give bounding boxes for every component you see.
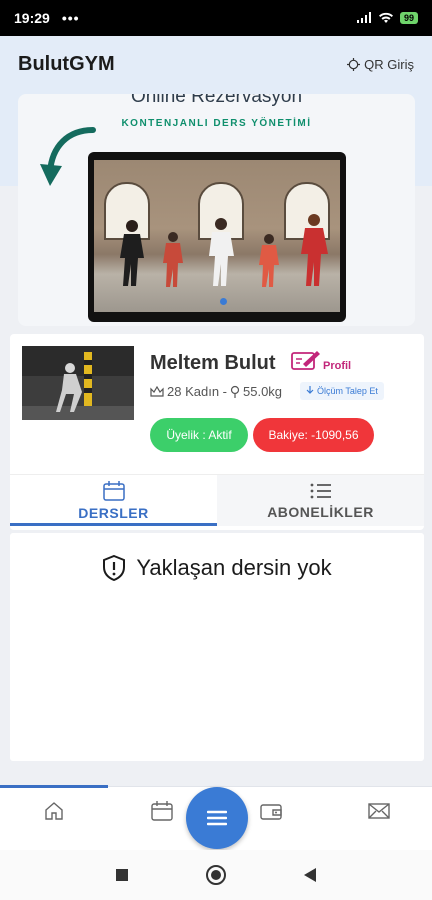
weight-pin-icon xyxy=(230,385,240,398)
measurement-request-button[interactable]: Ölçüm Talep Et xyxy=(300,382,384,400)
profile-card: Meltem Bulut Profil 28 Kadın - 55.0kg Öl… xyxy=(10,334,424,530)
user-meta: 28 Kadın - 55.0kg xyxy=(150,384,282,399)
menu-button[interactable] xyxy=(186,787,248,849)
measurement-request-label: Ölçüm Talep Et xyxy=(317,386,378,396)
nav-calendar[interactable] xyxy=(148,797,176,825)
nav-active-indicator xyxy=(0,785,108,788)
mail-icon xyxy=(368,803,390,819)
workout-photo xyxy=(94,160,340,312)
nav-messages[interactable] xyxy=(365,797,393,825)
membership-status-badge[interactable]: Üyelik : Aktif xyxy=(150,418,248,452)
download-icon xyxy=(306,386,314,394)
back-icon[interactable] xyxy=(303,867,317,883)
nav-wallet[interactable] xyxy=(257,797,285,825)
status-icons: 99 xyxy=(356,12,418,24)
tab-active-indicator xyxy=(10,523,217,526)
crown-icon xyxy=(150,385,164,397)
age-gender: 28 Kadın - xyxy=(167,384,227,399)
shield-alert-icon xyxy=(103,555,126,581)
tab-abonelikler-label: ABONELİKLER xyxy=(267,503,374,520)
avatar-photo xyxy=(22,346,134,420)
empty-state-message: Yaklaşan dersin yok xyxy=(136,555,332,580)
menu-icon xyxy=(207,810,227,826)
lessons-panel: Yaklaşan dersin yok xyxy=(10,533,424,761)
crosshair-icon xyxy=(347,57,361,71)
tab-bar: DERSLER ABONELİKLER xyxy=(10,474,424,526)
weight: 55.0kg xyxy=(243,384,283,399)
qr-login-label: QR Giriş xyxy=(364,56,414,72)
user-name: Meltem Bulut xyxy=(150,352,276,374)
wifi-icon xyxy=(378,12,393,23)
tab-dersler[interactable]: DERSLER xyxy=(10,475,217,526)
athlete-figure xyxy=(259,234,279,287)
edit-profile-icon xyxy=(291,351,320,370)
signal-icon xyxy=(356,12,371,23)
wallet-icon xyxy=(260,804,282,820)
empty-state: Yaklaşan dersin yok xyxy=(10,555,424,581)
status-bar: 19:29 ••• 99 xyxy=(0,0,432,36)
athlete-figure xyxy=(209,218,234,286)
balance-badge[interactable]: Bakiye: -1090,56 xyxy=(253,418,374,452)
status-time: 19:29 xyxy=(14,10,50,26)
calendar-icon xyxy=(102,480,125,501)
home-circle-icon[interactable] xyxy=(205,864,227,886)
promo-banner[interactable]: Online Rezervasyon KONTENJANLI DERS YÖNE… xyxy=(18,94,415,326)
banner-heading: Online Rezervasyon xyxy=(130,94,303,107)
profile-link-label: Profil xyxy=(323,360,352,372)
battery-icon: 99 xyxy=(399,12,418,24)
profile-link[interactable]: Profil xyxy=(291,350,351,372)
athlete-figure xyxy=(120,220,144,286)
avatar[interactable] xyxy=(22,346,134,420)
laptop-illustration xyxy=(88,152,346,322)
nav-home[interactable] xyxy=(40,797,68,825)
calendar-icon xyxy=(151,801,173,821)
athlete-figure xyxy=(163,232,183,287)
tab-dersler-label: DERSLER xyxy=(78,504,149,521)
notification-dots: ••• xyxy=(61,10,80,26)
app-title: BulutGYM xyxy=(18,52,115,75)
athlete-figure xyxy=(301,214,328,286)
system-navigation-bar xyxy=(0,850,432,900)
app-header: BulutGYM QR Giriş xyxy=(0,36,432,92)
home-icon xyxy=(45,802,63,820)
recent-apps-icon[interactable] xyxy=(115,868,129,882)
bottom-navigation xyxy=(0,785,432,850)
carousel-indicator[interactable] xyxy=(220,298,227,305)
tab-abonelikler[interactable]: ABONELİKLER xyxy=(217,475,424,526)
list-icon xyxy=(310,483,331,498)
qr-login-button[interactable]: QR Giriş xyxy=(347,57,414,72)
